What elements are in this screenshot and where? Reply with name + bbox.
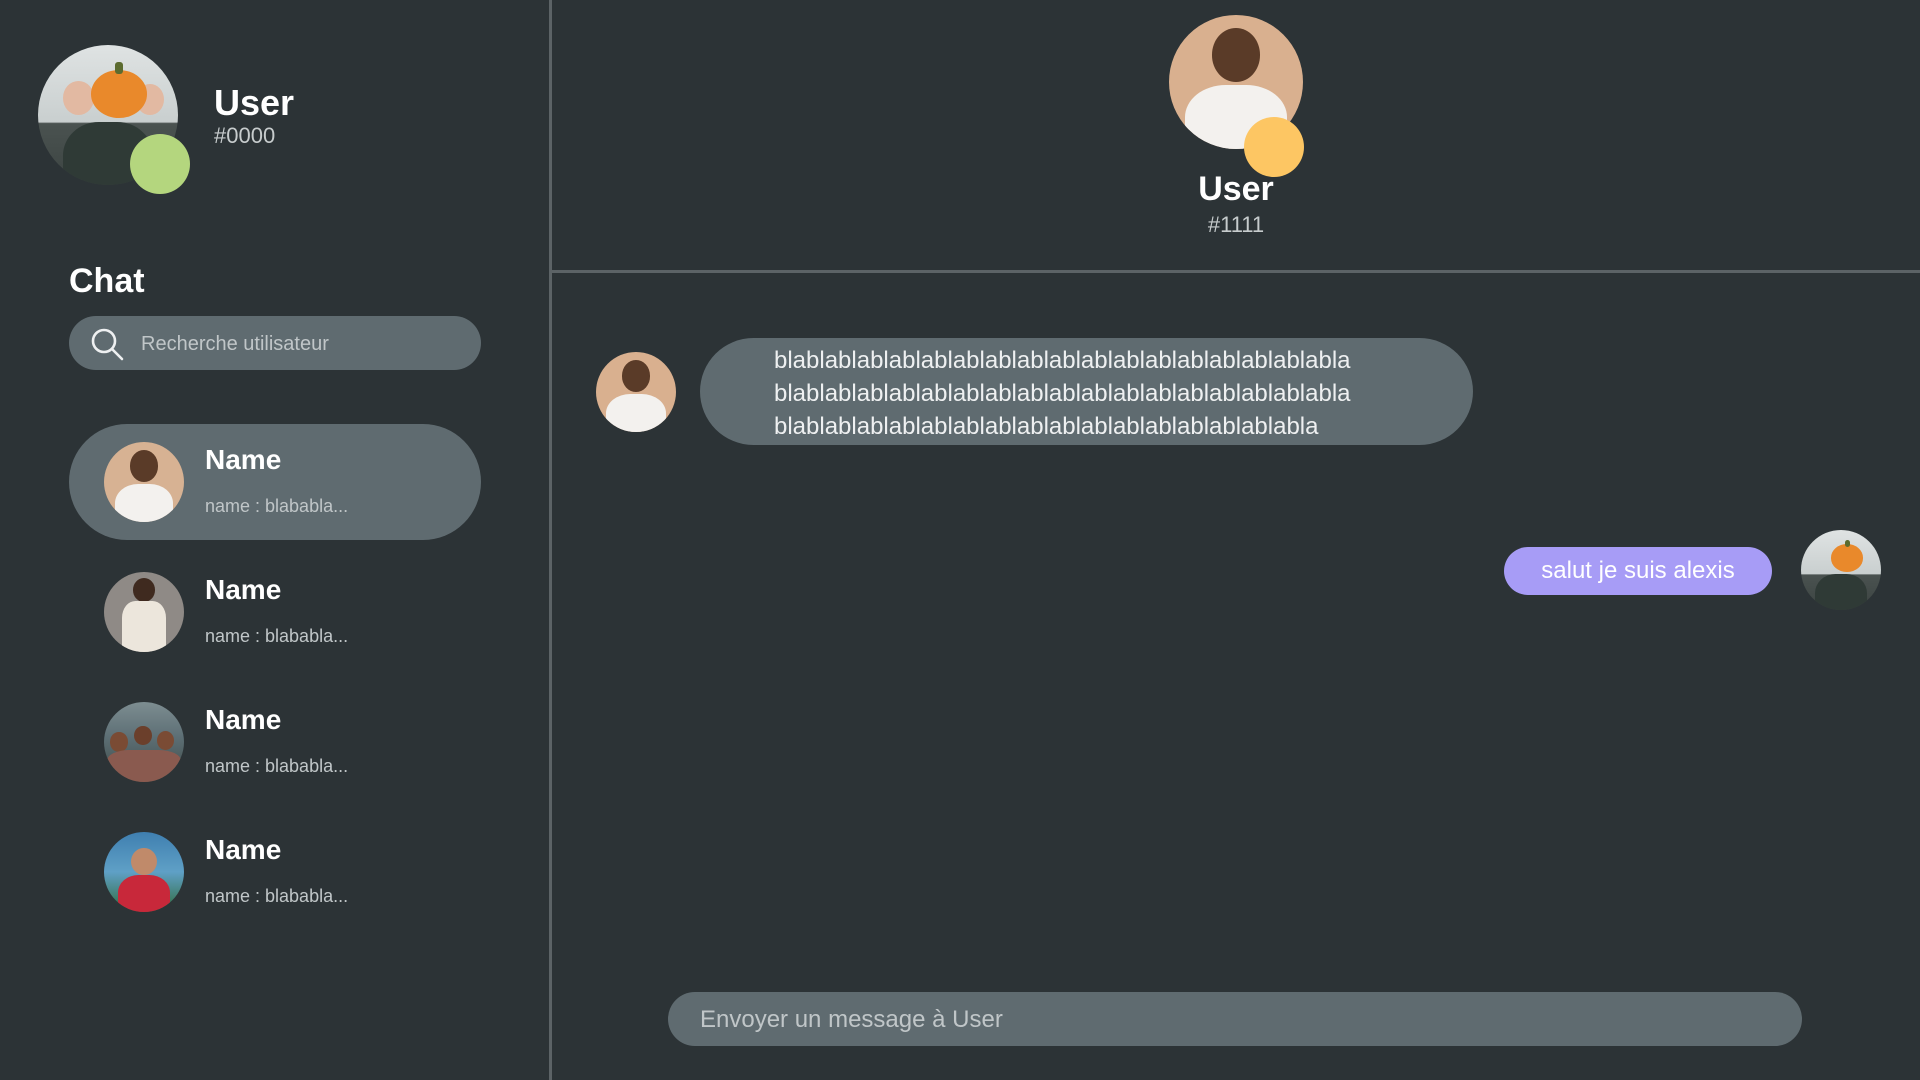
contact-item[interactable]: Name name : blababla... [69,554,481,670]
message-line: blablablablablablablablablablablablablab… [774,413,1319,440]
chat-section-title: Chat [69,262,145,300]
message-input[interactable] [698,992,1782,1048]
header-divider [552,270,1920,273]
contact-last-message: name : blababla... [205,626,349,646]
contact-avatar [104,702,184,782]
search-input[interactable] [139,316,463,372]
current-user-status-dot [130,134,190,194]
contact-name: Name [205,704,282,735]
contact-avatar [104,572,184,652]
contact-item[interactable]: Name name : blababla... [69,424,481,540]
search-icon [91,328,124,361]
message-line: blablablablablablablablablablablablablab… [774,347,1351,374]
contact-avatar [104,832,184,912]
peer-name: User [1198,170,1274,208]
contact-item[interactable]: Name name : blababla... [69,814,481,930]
message-line: blablablablablablablablablablablablablab… [774,380,1351,407]
current-user-tag: #0000 [214,123,276,148]
contact-item[interactable]: Name name : blababla... [69,684,481,800]
contact-avatar [104,442,184,522]
search-bar[interactable] [69,316,481,372]
sidebar: User #0000 Chat Name name : blababla... … [0,0,552,1080]
message-composer[interactable] [668,992,1802,1048]
contact-last-message: name : blababla... [205,756,349,776]
outgoing-message-bubble: salut je suis alexis [1504,547,1772,595]
contact-last-message: name : blababla... [205,886,349,906]
incoming-message-avatar[interactable] [596,352,676,432]
current-user-name: User [214,82,295,123]
contact-name: Name [205,444,282,475]
conversation-panel: User #1111 blablablablablablablablablabl… [552,0,1920,1080]
outgoing-message-avatar[interactable] [1801,530,1881,610]
peer-tag: #1111 [1207,212,1265,237]
contact-name: Name [205,574,282,605]
peer-status-dot [1244,117,1304,177]
contact-last-message: name : blababla... [205,496,349,516]
incoming-message-bubble: blablablablablablablablablablablablablab… [700,338,1473,445]
contact-name: Name [205,834,282,865]
